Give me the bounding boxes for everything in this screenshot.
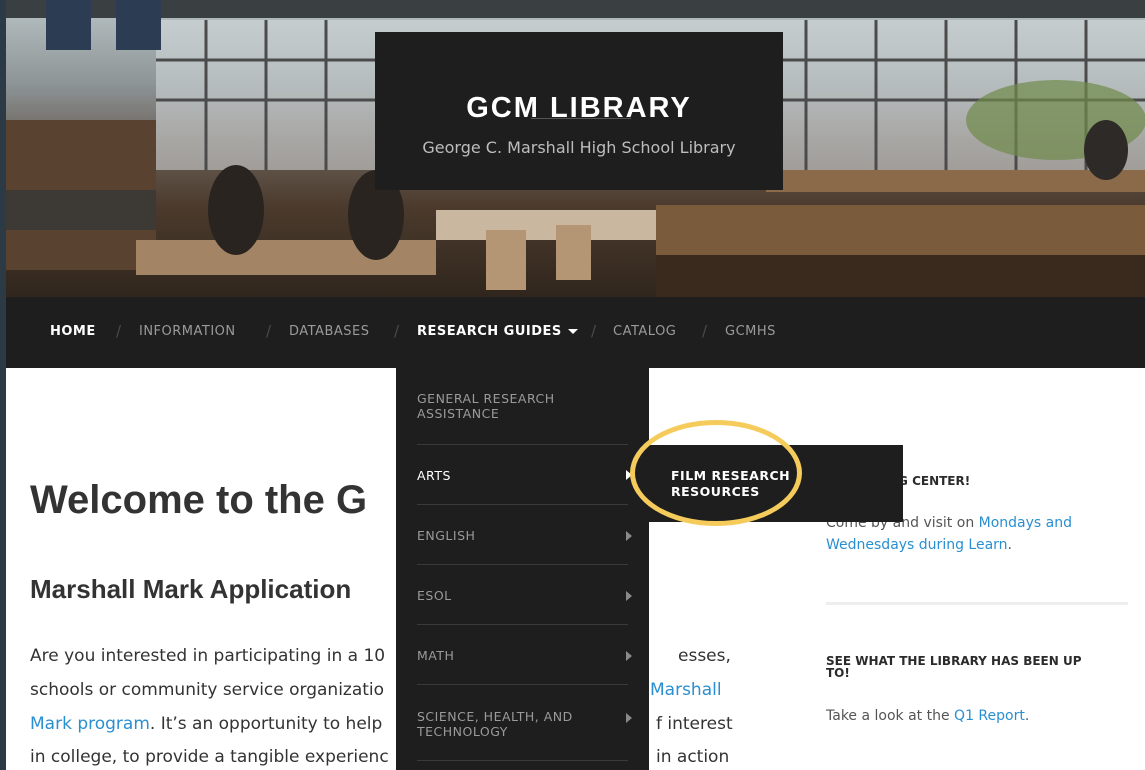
nav-item-home[interactable]: HOME	[50, 324, 96, 339]
nav-item-information[interactable]: INFORMATION	[139, 324, 236, 339]
paragraph-text: schools or community service organizatio	[30, 680, 385, 700]
research-guides-dropdown: GENERAL RESEARCH ASSISTANCE ARTS ENGLISH…	[396, 368, 649, 770]
paragraph-line-end: Marshall	[650, 680, 740, 700]
title-divider	[531, 118, 631, 119]
window-edge	[0, 0, 6, 770]
dropdown-item-label: ASSISTANCE	[417, 406, 500, 421]
nav-separator: /	[702, 322, 708, 340]
site-title[interactable]: GCM LIBRARY	[375, 92, 783, 125]
paragraph-line-end: esses,	[678, 646, 738, 666]
dropdown-item-general-research[interactable]: GENERAL RESEARCH ASSISTANCE	[417, 391, 555, 421]
site-title-box: GCM LIBRARY	[375, 32, 783, 190]
sidebar-text: Take a look at the	[826, 708, 955, 724]
dropdown-item-science[interactable]: SCIENCE, HEALTH, AND TECHNOLOGY	[417, 709, 573, 739]
learn-schedule-link[interactable]: Wednesdays during Learn	[826, 537, 1008, 553]
chevron-right-icon	[626, 591, 632, 601]
marshall-mark-link[interactable]: Mark program	[30, 714, 150, 734]
caret-down-icon	[567, 329, 578, 334]
page-title: Welcome to the G	[30, 478, 368, 522]
nav-item-research-guides[interactable]: RESEARCH GUIDES	[417, 324, 578, 339]
q1-report-link[interactable]: Q1 Report	[954, 708, 1025, 724]
paragraph-line-end: in action	[656, 747, 736, 767]
nav-item-gcmhs[interactable]: GCMHS	[725, 324, 776, 339]
dropdown-item-esol[interactable]: ESOL	[417, 588, 452, 603]
dropdown-divider	[417, 760, 628, 761]
dropdown-item-arts[interactable]: ARTS	[417, 468, 451, 483]
paragraph-line-end: f interest	[656, 714, 736, 734]
sidebar-divider	[826, 602, 1128, 605]
sidebar-heading-line: TO!	[826, 666, 850, 680]
paragraph-text: . It’s an opportunity to help	[149, 714, 383, 734]
paragraph-text: f interest	[656, 714, 733, 734]
sidebar-text: .	[1024, 708, 1030, 724]
nav-separator: /	[116, 322, 122, 340]
nav-item-databases[interactable]: DATABASES	[289, 324, 370, 339]
highlight-circle	[630, 420, 802, 526]
learn-schedule-link[interactable]: Mondays and	[979, 515, 1072, 531]
dropdown-item-label: GENERAL RESEARCH	[417, 391, 555, 406]
section-heading: Marshall Mark Application	[30, 574, 352, 604]
dropdown-divider	[417, 624, 628, 625]
paragraph-text: in college, to provide a tangible experi…	[30, 747, 389, 767]
sidebar-text: .	[1007, 537, 1012, 553]
nav-separator: /	[591, 322, 597, 340]
chevron-right-icon	[626, 713, 632, 723]
nav-item-catalog[interactable]: CATALOG	[613, 324, 676, 339]
dropdown-item-label: SCIENCE, HEALTH, AND	[417, 709, 573, 724]
nav-separator: /	[266, 322, 272, 340]
paragraph-text: in action	[656, 747, 730, 767]
dropdown-item-english[interactable]: ENGLISH	[417, 528, 475, 543]
chevron-right-icon	[626, 531, 632, 541]
dropdown-divider	[417, 564, 628, 565]
site-tagline: George C. Marshall High School Library	[422, 138, 736, 157]
paragraph-text: esses,	[678, 646, 731, 666]
sidebar-heading-line: SEE WHAT THE LIBRARY HAS BEEN UP	[826, 654, 1082, 668]
dropdown-item-label: TECHNOLOGY	[417, 724, 508, 739]
dropdown-divider	[417, 444, 628, 445]
sidebar-widget-heading: SEE WHAT THE LIBRARY HAS BEEN UP TO!	[826, 655, 1082, 679]
paragraph-text: Are you interested in participating in a…	[30, 646, 386, 666]
sidebar-widget-text: Take a look at the Q1 Report.	[826, 705, 1126, 727]
dropdown-item-math[interactable]: MATH	[417, 648, 454, 663]
marshall-mark-link[interactable]: Marshall	[650, 680, 722, 700]
nav-separator: /	[394, 322, 400, 340]
chevron-right-icon	[626, 651, 632, 661]
dropdown-divider	[417, 504, 628, 505]
dropdown-divider	[417, 684, 628, 685]
nav-item-research-guides-label: RESEARCH GUIDES	[417, 324, 562, 339]
